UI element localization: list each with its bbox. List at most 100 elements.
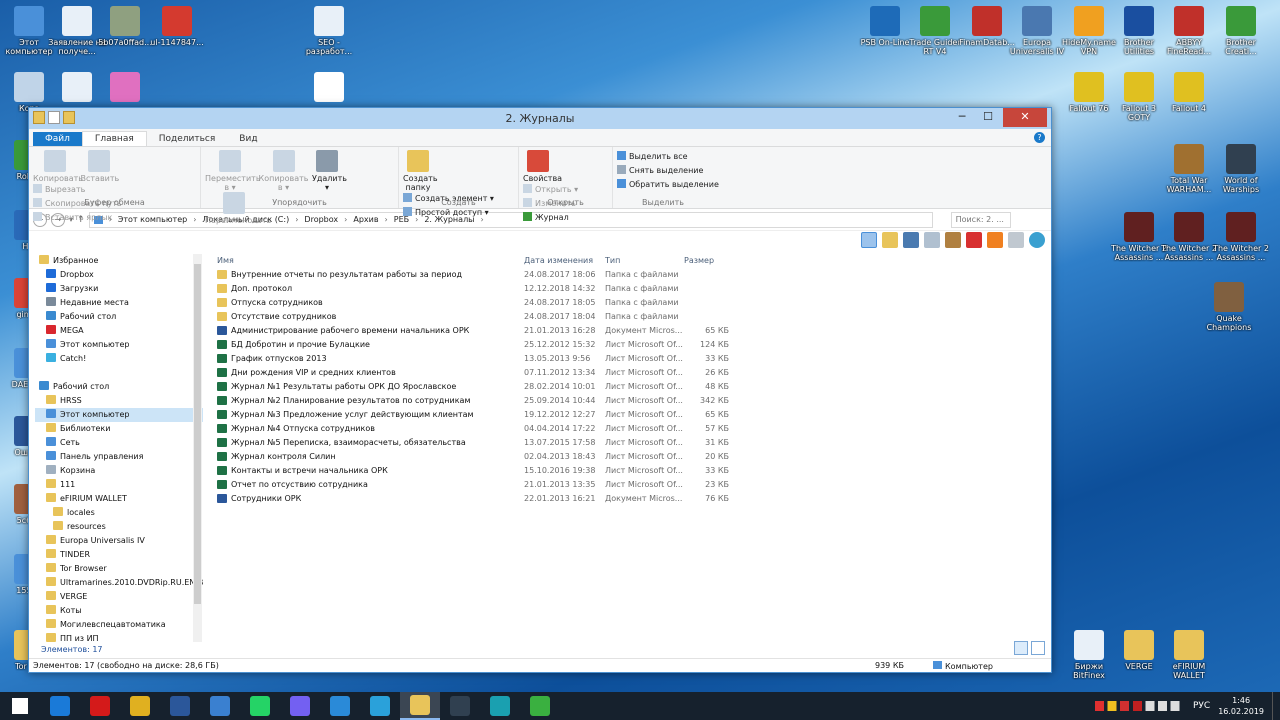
file-row[interactable]: Дни рождения VIP и средних клиентов 07.11… (213, 366, 1047, 380)
help-icon[interactable]: ? (1034, 132, 1045, 143)
nav-item[interactable]: VERGE (35, 590, 203, 604)
copy-to-button[interactable]: Копировать в ▾ (259, 150, 309, 192)
taskbar-telegram-button[interactable] (360, 692, 400, 720)
paste-icon[interactable] (945, 232, 961, 248)
easy-access-button[interactable]: Простой доступ ▾ (403, 206, 494, 220)
tray-icons[interactable] (1094, 701, 1185, 711)
nav-item[interactable]: Рабочий стол (35, 310, 203, 324)
column-size[interactable]: Размер (684, 256, 714, 265)
navigation-scrollbar[interactable] (193, 254, 202, 642)
desktop-icon[interactable]: eFIRIUM WALLET (1160, 630, 1218, 680)
nav-item[interactable]: Коты (35, 604, 203, 618)
file-row[interactable]: Журнал №1 Результаты работы ОРК ДО Яросл… (213, 380, 1047, 394)
nav-item[interactable]: 111 (35, 478, 203, 492)
maximize-button[interactable]: ☐ (975, 108, 1001, 127)
nav-item[interactable]: Этот компьютер (35, 408, 203, 422)
tab-file[interactable]: Файл (33, 132, 82, 146)
desktop-icon[interactable]: ABBYY FineRead... (1160, 6, 1218, 56)
copy-icon[interactable] (924, 232, 940, 248)
clock[interactable]: 1:46 16.02.2019 (1218, 695, 1264, 717)
file-row[interactable]: Журнал №3 Предложение услуг действующим … (213, 408, 1047, 422)
nav-item[interactable]: MEGA (35, 324, 203, 338)
chevron-right-icon[interactable]: › (344, 215, 347, 224)
desktop-icon[interactable]: Europa Universalis IV (1008, 6, 1066, 56)
file-row[interactable]: Контакты и встречи начальника ОРК 15.10.2… (213, 464, 1047, 478)
file-row[interactable]: Внутренние отчеты по результатам работы … (213, 268, 1047, 282)
desktop-icon[interactable]: SEO - разработ... (300, 6, 358, 56)
tiles-view-icon[interactable] (1031, 641, 1045, 655)
tab-share[interactable]: Поделиться (147, 132, 228, 146)
delete-icon[interactable] (966, 232, 982, 248)
file-row[interactable]: Журнал №2 Планирование результатов по со… (213, 394, 1047, 408)
nav-item[interactable]: Dropbox (35, 268, 203, 282)
nav-item[interactable]: Tor Browser (35, 562, 203, 576)
folder-options-icon[interactable] (882, 232, 898, 248)
breadcrumb-item[interactable]: Dropbox (304, 215, 338, 224)
nav-item[interactable]: Europa Universalis IV (35, 534, 203, 548)
breadcrumb-item[interactable]: Этот компьютер (118, 215, 187, 224)
delete-button[interactable]: Удалить ▾ (312, 150, 347, 192)
file-row[interactable]: График отпусков 2013 13.05.2013 9:56 Лист … (213, 352, 1047, 366)
scrollbar-thumb[interactable] (194, 264, 201, 604)
copy-button[interactable]: Копировать (33, 150, 83, 183)
select-all-button[interactable]: Выделить все (617, 150, 719, 164)
invert-selection-button[interactable]: Обратить выделение (617, 178, 719, 192)
desktop-icon[interactable] (96, 72, 154, 104)
cut-icon[interactable] (903, 232, 919, 248)
file-row[interactable]: Журнал №5 Переписка, взаиморасчеты, обяз… (213, 436, 1047, 450)
paste-button[interactable]: Вставить (81, 150, 119, 183)
column-type[interactable]: Тип (605, 256, 620, 265)
nav-item[interactable]: Сеть (35, 436, 203, 450)
taskbar-explorer-button[interactable] (400, 692, 440, 720)
nav-item[interactable]: Рабочий стол (35, 380, 203, 394)
taskbar-wows-button[interactable] (440, 692, 480, 720)
nav-item[interactable]: HRSS (35, 394, 203, 408)
nav-item[interactable]: ПП из ИП (35, 632, 203, 642)
taskbar-psb-button[interactable] (480, 692, 520, 720)
language-indicator[interactable]: РУС (1193, 701, 1210, 711)
file-row[interactable]: Сотрудники ОРК 22.01.2013 16:21 Документ M… (213, 492, 1047, 506)
nav-item[interactable]: Ultramarines.2010.DVDRip.RU.EN.BT (35, 576, 203, 590)
desktop-icon[interactable]: Trade Guider RT V4 (906, 6, 964, 56)
chevron-right-icon[interactable]: › (385, 215, 388, 224)
nav-item[interactable]: Избранное (35, 254, 203, 268)
title-bar[interactable]: 2. Журналы ─ ☐ ✕ (29, 108, 1051, 129)
globe-icon[interactable] (1029, 232, 1045, 248)
select-none-button[interactable]: Снять выделение (617, 164, 719, 178)
cut-button[interactable]: Вырезать (33, 183, 122, 197)
taskbar-start-button[interactable] (0, 692, 40, 720)
file-row[interactable]: Журнал контроля Силин 02.04.2013 18:43 Лис… (213, 450, 1047, 464)
move-to-button[interactable]: Переместить в ▾ (205, 150, 261, 192)
taskbar-app2-button[interactable] (520, 692, 560, 720)
nav-item[interactable]: Библиотеки (35, 422, 203, 436)
file-row[interactable]: Доп. протокол 12.12.2018 14:32 Папка с фай… (213, 282, 1047, 296)
nav-item[interactable]: resources (35, 520, 203, 534)
taskbar-chrome-button[interactable] (120, 692, 160, 720)
nav-item[interactable]: Корзина (35, 464, 203, 478)
nav-item[interactable]: Панель управления (35, 450, 203, 464)
taskbar-chat-button[interactable] (320, 692, 360, 720)
file-row[interactable]: Отпуска сотрудников 24.08.2017 18:05 Папка… (213, 296, 1047, 310)
file-row[interactable]: Отчет по отсуствию сотрудника 21.01.2013 … (213, 478, 1047, 492)
nav-item[interactable]: Могилевспецавтоматика (35, 618, 203, 632)
view-pane-icon[interactable] (861, 232, 877, 248)
nav-item[interactable]: Catch! (35, 352, 203, 366)
desktop-icon[interactable]: Fallout 4 (1160, 72, 1218, 113)
close-button[interactable]: ✕ (1003, 108, 1047, 127)
properties-button[interactable]: Свойства (523, 150, 562, 183)
rename-icon[interactable] (1008, 232, 1024, 248)
minimize-button[interactable]: ─ (949, 108, 975, 127)
show-desktop-button[interactable] (1272, 692, 1276, 720)
chevron-right-icon[interactable]: › (193, 215, 196, 224)
tab-home[interactable]: Главная (81, 131, 147, 146)
desktop-icon[interactable]: 5b07a0ffad... (96, 6, 154, 47)
desktop-icon[interactable]: Total War WARHAM... (1160, 144, 1218, 194)
taskbar-explorer-pin-button[interactable] (40, 692, 80, 720)
taskbar-whatsapp-button[interactable] (240, 692, 280, 720)
taskbar-viber-button[interactable] (280, 692, 320, 720)
checkmark-icon[interactable] (987, 232, 1003, 248)
breadcrumb-item[interactable]: Архив (353, 215, 378, 224)
desktop-icon[interactable]: Quake Champions (1200, 282, 1258, 332)
desktop-icon[interactable]: ul-1147847... (148, 6, 206, 47)
details-view-icon[interactable] (1014, 641, 1028, 655)
